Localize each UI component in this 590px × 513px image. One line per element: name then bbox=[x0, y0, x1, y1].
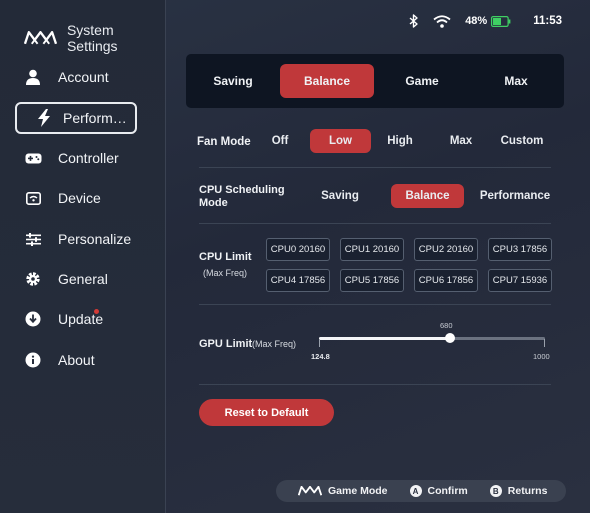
gpu-max-value: 1000 bbox=[533, 352, 550, 361]
gamepad-icon bbox=[24, 149, 42, 167]
tab-saving[interactable]: Saving bbox=[186, 64, 280, 98]
wifi-icon bbox=[433, 14, 451, 28]
sidebar-item-personalize[interactable]: Personalize bbox=[16, 224, 136, 254]
sidebar-item-controller[interactable]: Controller bbox=[16, 143, 136, 173]
cpu5-limit[interactable]: CPU5 17856 bbox=[340, 269, 404, 292]
fan-option-high[interactable]: High bbox=[377, 129, 423, 153]
gpu-limit-slider[interactable] bbox=[319, 333, 545, 343]
cpu-scheduling-label: CPU Scheduling Mode bbox=[199, 184, 285, 210]
gpu-slider-handle[interactable] bbox=[445, 333, 456, 343]
gpu-min-tick bbox=[319, 339, 320, 347]
sidebar-item-account[interactable]: Account bbox=[16, 62, 136, 92]
game-mode-hint[interactable]: Game Mode bbox=[298, 485, 388, 497]
returns-hint[interactable]: B Returns bbox=[489, 485, 548, 497]
sidebar-item-about[interactable]: About bbox=[16, 345, 136, 375]
gear-icon bbox=[24, 270, 42, 288]
fan-option-custom[interactable]: Custom bbox=[496, 129, 548, 153]
divider bbox=[199, 167, 551, 168]
gpu-limit-label: GPU Limit bbox=[199, 338, 253, 350]
cpu-scheduling-label-line1: CPU Scheduling bbox=[199, 184, 285, 196]
tab-game[interactable]: Game bbox=[375, 64, 469, 98]
scheduling-option-balance[interactable]: Balance bbox=[391, 184, 464, 208]
cpu7-limit[interactable]: CPU7 15936 bbox=[488, 269, 552, 292]
reset-to-default-button[interactable]: Reset to Default bbox=[199, 399, 334, 426]
cpu6-limit[interactable]: CPU6 17856 bbox=[414, 269, 478, 292]
sidebar-item-label: About bbox=[58, 352, 95, 368]
sidebar-item-update[interactable]: Update bbox=[16, 304, 136, 334]
fan-option-max[interactable]: Max bbox=[438, 129, 484, 153]
performance-mode-tabs: Saving Balance Game Max bbox=[186, 54, 564, 108]
sidebar-item-label: Controller bbox=[58, 150, 119, 166]
tab-balance[interactable]: Balance bbox=[280, 64, 374, 98]
cpu-scheduling-label-line2: Mode bbox=[199, 197, 228, 209]
fan-mode-label: Fan Mode bbox=[197, 136, 251, 148]
cpu0-limit[interactable]: CPU0 20160 bbox=[266, 238, 330, 261]
scheduling-option-performance[interactable]: Performance bbox=[478, 184, 552, 208]
download-icon bbox=[24, 310, 42, 328]
confirm-label: Confirm bbox=[427, 485, 468, 497]
clock: 11:53 bbox=[533, 15, 562, 27]
sidebar-item-label: Personalize bbox=[58, 231, 132, 247]
gpu-slider-fill bbox=[319, 337, 451, 340]
cpu-limit-label: CPU Limit bbox=[199, 251, 252, 263]
sidebar-item-general[interactable]: General bbox=[16, 264, 136, 294]
brand: System Settings bbox=[24, 22, 165, 54]
sidebar: System Settings Account Perform… Control… bbox=[0, 0, 166, 513]
sidebar-item-label: Device bbox=[58, 190, 101, 206]
scheduling-option-saving[interactable]: Saving bbox=[312, 184, 368, 208]
gpu-min-value: 124.8 bbox=[311, 352, 330, 361]
footer-hints: Game Mode A Confirm B Returns bbox=[276, 480, 566, 502]
divider bbox=[199, 384, 551, 385]
person-icon bbox=[24, 68, 42, 86]
divider bbox=[199, 223, 551, 224]
fan-option-off[interactable]: Off bbox=[258, 129, 302, 153]
fan-option-low[interactable]: Low bbox=[310, 129, 371, 153]
divider bbox=[199, 304, 551, 305]
sidebar-item-label: General bbox=[58, 271, 108, 287]
lightning-icon bbox=[35, 109, 53, 127]
battery-percent: 48% bbox=[465, 15, 488, 27]
device-icon bbox=[24, 189, 42, 207]
sidebar-item-performance[interactable]: Perform… bbox=[15, 102, 137, 134]
update-badge bbox=[94, 309, 99, 314]
bluetooth-icon bbox=[409, 14, 418, 28]
returns-label: Returns bbox=[507, 485, 548, 497]
a-button-icon: A bbox=[409, 485, 422, 497]
app-title: System Settings bbox=[66, 22, 118, 54]
sidebar-item-device[interactable]: Device bbox=[16, 183, 136, 213]
status-bar: 48% 11:53 bbox=[409, 14, 562, 28]
sliders-icon bbox=[24, 230, 42, 248]
brand-logo-icon bbox=[298, 486, 322, 496]
battery-icon bbox=[491, 15, 511, 27]
info-icon bbox=[24, 351, 42, 369]
cpu3-limit[interactable]: CPU3 17856 bbox=[488, 238, 552, 261]
brand-logo-icon bbox=[24, 31, 57, 45]
cpu1-limit[interactable]: CPU1 20160 bbox=[340, 238, 404, 261]
cpu2-limit[interactable]: CPU2 20160 bbox=[414, 238, 478, 261]
gpu-max-tick bbox=[544, 339, 545, 347]
b-button-icon: B bbox=[489, 485, 502, 497]
sidebar-item-label: Account bbox=[58, 69, 109, 85]
tab-max[interactable]: Max bbox=[469, 64, 563, 98]
battery-status: 48% bbox=[465, 15, 511, 27]
gpu-current-value: 680 bbox=[440, 321, 453, 330]
gpu-limit-sublabel: (Max Freq) bbox=[252, 339, 297, 349]
game-mode-label: Game Mode bbox=[328, 485, 388, 497]
cpu-limit-sublabel: (Max Freq) bbox=[203, 268, 248, 278]
cpu4-limit[interactable]: CPU4 17856 bbox=[266, 269, 330, 292]
sidebar-item-label: Perform… bbox=[63, 110, 127, 126]
confirm-hint[interactable]: A Confirm bbox=[409, 485, 468, 497]
